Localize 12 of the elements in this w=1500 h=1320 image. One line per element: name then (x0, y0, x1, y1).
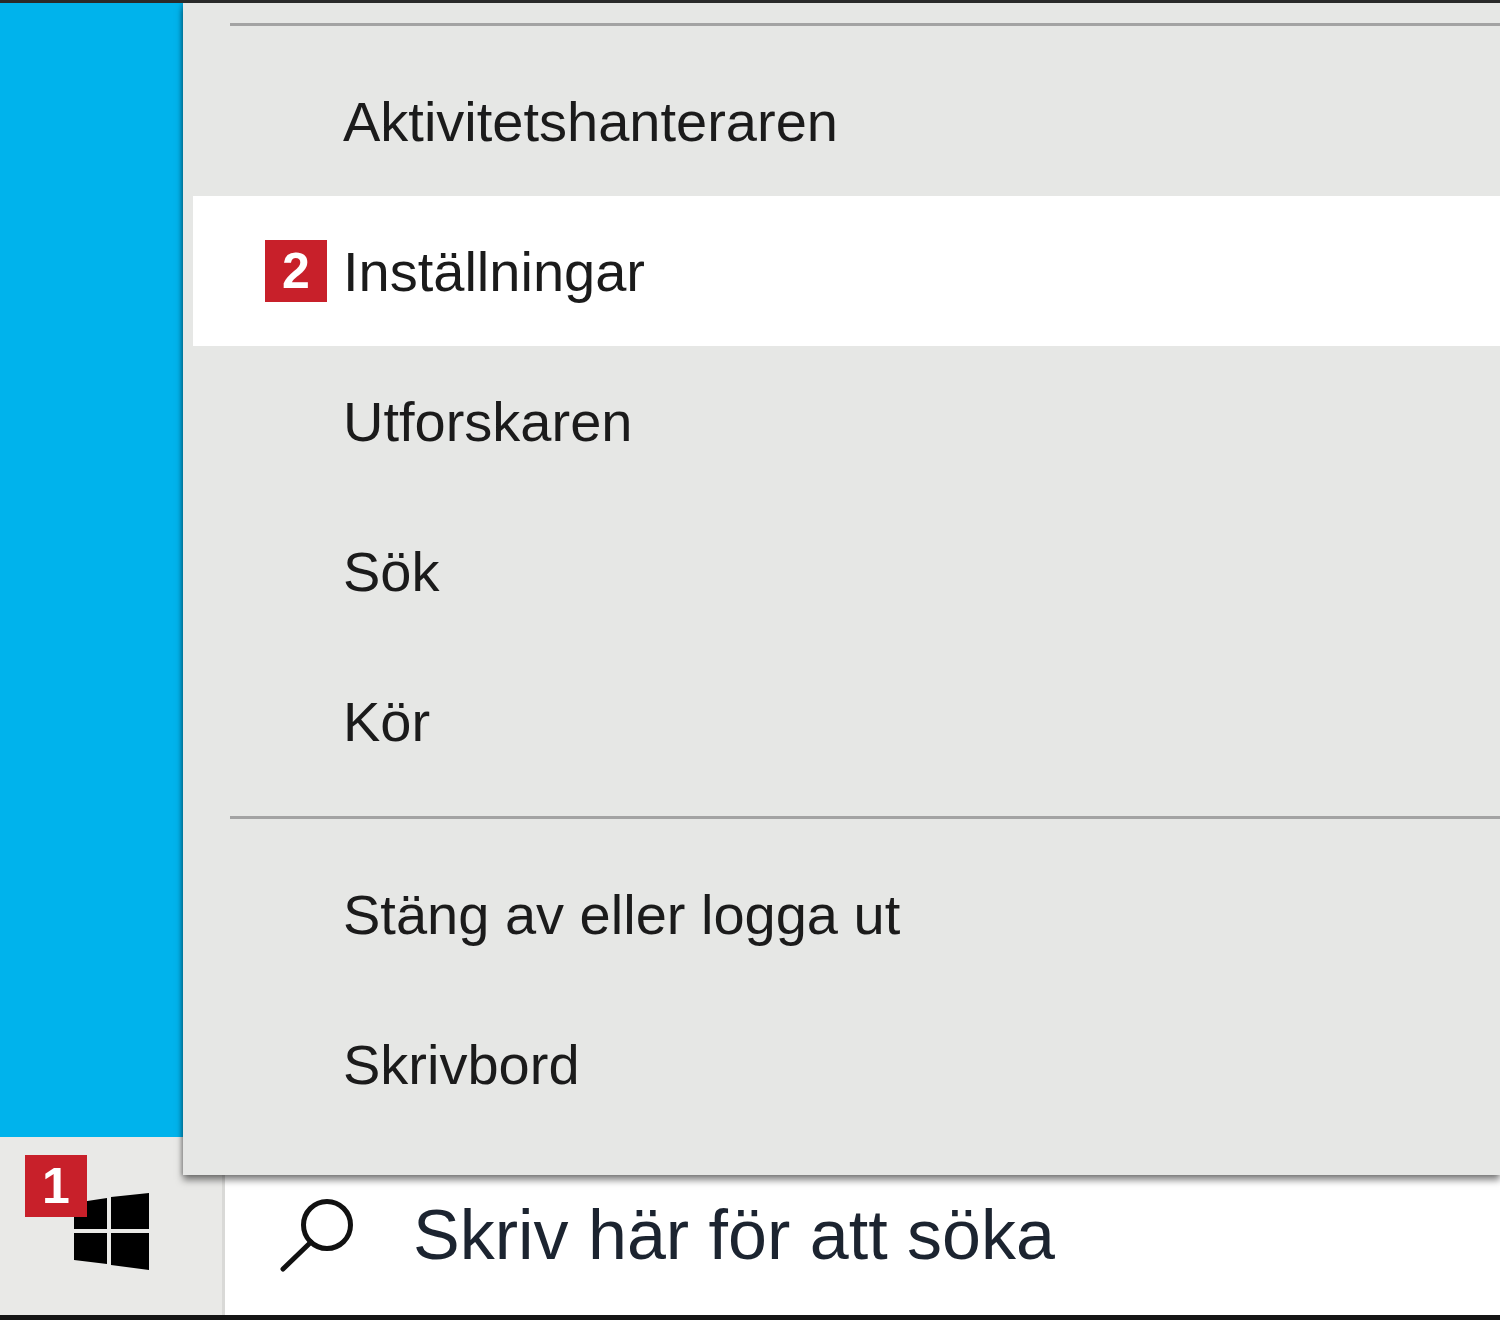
menu-item[interactable]: 2 Inställningar (193, 196, 1500, 346)
menu-item[interactable]: Skrivbord (193, 989, 1500, 1139)
start-button[interactable]: 1 (0, 1137, 225, 1315)
step-badge: 1 (25, 1155, 87, 1217)
menu-item[interactable]: Sök (193, 496, 1500, 646)
windows-logo-icon (73, 1192, 149, 1270)
menu-item[interactable]: Aktivitetshanteraren (193, 46, 1500, 196)
search-icon (280, 1198, 355, 1272)
menu-item[interactable]: Stäng av eller logga ut (193, 839, 1500, 989)
step-badge: 2 (265, 240, 327, 302)
menu-item[interactable]: Utforskaren (193, 346, 1500, 496)
menu-item[interactable]: Kör (193, 646, 1500, 796)
